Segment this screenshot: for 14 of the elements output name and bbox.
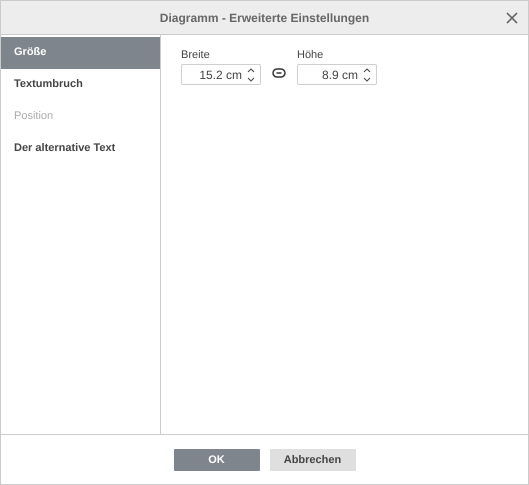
cancel-button[interactable]: Abbrechen bbox=[270, 448, 356, 470]
sidebar-item[interactable]: Textumbruch bbox=[1, 69, 160, 101]
window-title: Diagramm - Erweiterte Einstellungen bbox=[160, 10, 370, 24]
close-icon[interactable] bbox=[506, 12, 518, 24]
link-icon[interactable] bbox=[272, 68, 286, 78]
spinner-icon[interactable] bbox=[363, 66, 371, 82]
ok-button[interactable]: OK bbox=[174, 448, 260, 470]
field-label: Breite bbox=[181, 49, 211, 61]
number-field[interactable]: 8.9 cm bbox=[297, 64, 377, 85]
sidebar-item[interactable]: Der alternative Text bbox=[1, 133, 160, 165]
sidebar-item[interactable]: Größe bbox=[1, 37, 160, 69]
field-label: Höhe bbox=[297, 49, 324, 61]
number-field[interactable]: 15.2 cm bbox=[181, 64, 261, 85]
spinner-icon[interactable] bbox=[247, 66, 255, 82]
